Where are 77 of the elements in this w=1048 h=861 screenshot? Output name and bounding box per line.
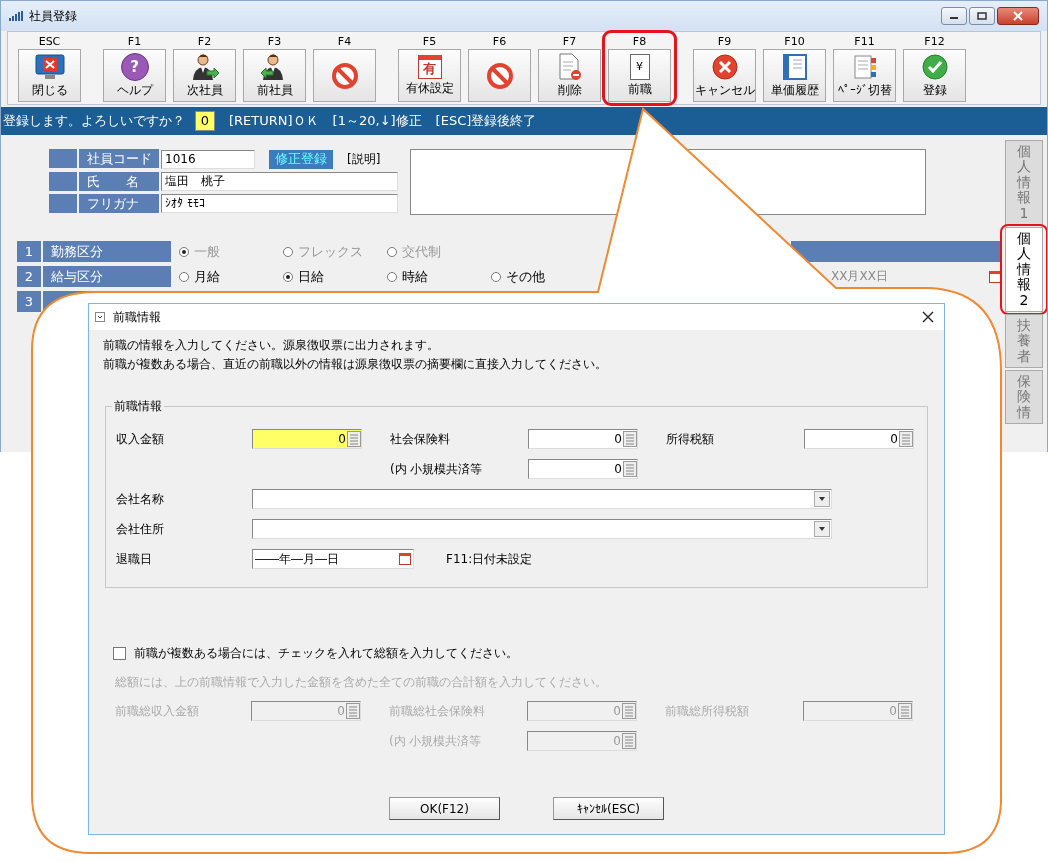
- date-field[interactable]: ――年―月―日: [252, 549, 414, 569]
- toolbar-button[interactable]: 閉じる: [18, 49, 81, 102]
- toolbar-button[interactable]: 単価履歴: [763, 49, 826, 102]
- field-label: 社会保険料: [390, 430, 451, 448]
- calendar-icon: 有: [417, 54, 442, 79]
- side-tab[interactable]: 扶養者: [1005, 313, 1043, 369]
- function-key-label: F6: [492, 34, 507, 49]
- row-number: 1: [17, 241, 41, 262]
- key-hint: [RETURN]ＯＫ: [229, 112, 319, 130]
- toolbar-button[interactable]: 次社員: [173, 49, 236, 102]
- amount-field[interactable]: 0: [528, 459, 638, 479]
- toolbar-button[interactable]: 前社員: [243, 49, 306, 102]
- function-key-label: F9: [717, 34, 732, 49]
- toolbar-button[interactable]: 削除: [538, 49, 601, 102]
- field-label: 退職日: [116, 550, 153, 568]
- instruction-text: 前職の情報を入力してください。源泉徴収票に出力されます。: [103, 337, 440, 354]
- description-label: [説明]: [347, 150, 381, 168]
- field-label: 勤務区分: [43, 241, 171, 262]
- function-key-label: F12: [924, 34, 945, 49]
- checkbox-label: 前職が複数ある場合には、チェックを入れて総額を入力してください。: [134, 645, 518, 662]
- option-label: 時給: [402, 267, 428, 286]
- toolbar-button[interactable]: 登録: [903, 49, 966, 102]
- function-key-label: F3: [267, 34, 282, 49]
- function-key-label: F4: [337, 34, 352, 49]
- function-key-label: F11: [854, 34, 875, 49]
- status-input[interactable]: 0: [195, 111, 215, 131]
- field-label: 前職総所得税額: [665, 702, 750, 720]
- function-key-label: F10: [784, 34, 805, 49]
- amount-field[interactable]: 0: [252, 429, 362, 449]
- dialog-button[interactable]: OK(F12): [389, 797, 500, 820]
- field-label: 氏 名: [79, 171, 159, 191]
- help-icon: ?: [120, 52, 149, 81]
- text-field[interactable]: 塩田 桃子: [161, 171, 398, 191]
- option-label: 日給: [298, 267, 324, 286]
- function-key-label: F7: [562, 34, 577, 49]
- field-label: 会社住所: [116, 520, 165, 538]
- key-hint: [ESC]登録後終了: [435, 112, 537, 130]
- option-label: 交代制: [402, 242, 441, 261]
- field-label: 前職総社会保険料: [389, 702, 486, 720]
- field-label: (内 小規模共済等: [389, 732, 483, 750]
- edit-register-button[interactable]: 修正登録: [269, 149, 333, 169]
- dialog-title: 前職情報: [113, 308, 161, 326]
- row-number: 3: [17, 291, 41, 312]
- window-title: 社員登録: [29, 7, 77, 25]
- function-key-label: F1: [127, 34, 142, 49]
- field-label: 所得税額: [666, 430, 715, 448]
- toolbar-button[interactable]: 有 有休設定: [398, 49, 461, 102]
- function-key-label: F5: [422, 34, 437, 49]
- hint-text: F11:日付未設定: [446, 550, 533, 568]
- option-label: フレックス: [298, 242, 363, 261]
- toolbar-button[interactable]: ¥ 前職: [608, 49, 671, 102]
- function-key-label: F8: [632, 34, 647, 49]
- instruction-text: 前職が複数ある場合、直近の前職以外の情報は源泉徴収票の摘要欄に直接入力してください。: [103, 356, 608, 373]
- field-label: (内 小規模共済等: [390, 460, 484, 478]
- toolbar-button[interactable]: キャンセル: [693, 49, 756, 102]
- field-label: 給与区分: [43, 266, 171, 287]
- field-label: 会社名称: [116, 490, 165, 508]
- toolbar-button[interactable]: ? ヘルプ: [103, 49, 166, 102]
- status-prompt: 登録します。よろしいですか？: [3, 112, 185, 130]
- toolbar-button[interactable]: ﾍﾟｰｼﾞ切替: [833, 49, 896, 102]
- field-label: フリガナ: [79, 194, 159, 214]
- group-title: 前職情報: [112, 398, 164, 415]
- employee-code-field[interactable]: 1016: [161, 149, 255, 169]
- amount-field[interactable]: 0: [804, 429, 914, 449]
- function-key-label: F2: [197, 34, 212, 49]
- field-label: 社員コード: [79, 149, 159, 168]
- amount-field[interactable]: 0: [528, 429, 638, 449]
- key-hint: [1～20,↓]修正: [332, 112, 422, 130]
- option-label: 月給: [194, 267, 220, 286]
- row-number: 2: [17, 266, 41, 287]
- dialog-button[interactable]: ｷｬﾝｾﾙ(ESC): [553, 797, 664, 820]
- option-label: その他: [506, 267, 545, 286]
- field-label: 収入金額: [116, 430, 165, 448]
- function-key-label: ESC: [38, 34, 61, 49]
- field-label: 前職総収入金額: [115, 702, 200, 720]
- document-icon: ¥: [629, 53, 650, 80]
- text-field[interactable]: ｼｵﾀ ﾓﾓｺ: [161, 194, 398, 214]
